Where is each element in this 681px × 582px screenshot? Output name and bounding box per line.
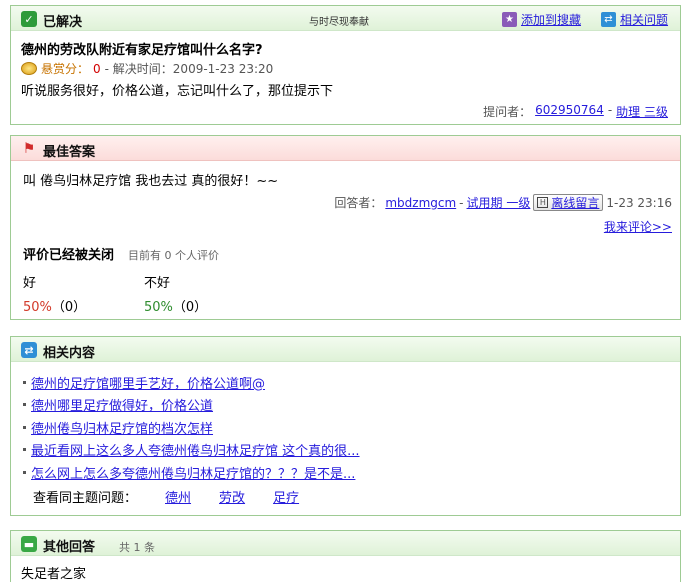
solved-header: ✓ 已解决 与时尽现奉献 ★ 添加到搜藏 ⇄ 相关问题 <box>11 6 680 31</box>
reward-value: 0 <box>93 61 101 76</box>
other-answer-text: 失足者之家 <box>21 567 87 582</box>
bullet-icon <box>23 425 26 429</box>
chat-icon: ▬ <box>21 536 37 552</box>
topic-link[interactable]: 劳改 <box>219 487 245 506</box>
rating-bad-percent: 50% <box>144 300 173 315</box>
list-item[interactable]: 怎么网上怎么多夸德州倦鸟归林足疗馆的？？？是不是... <box>23 461 360 484</box>
asker-level-link[interactable]: 助理 三级 <box>616 103 668 120</box>
rating-bad-label: 不好 <box>144 276 171 291</box>
related-icon: ⇄ <box>601 12 616 27</box>
bullet-icon <box>23 380 26 384</box>
list-item[interactable]: 最近看网上这么多人夸德州倦鸟归林足疗馆 这个真的很... <box>23 439 360 462</box>
responder-level-link[interactable]: 试用期 一级 <box>467 194 531 211</box>
header-center-text: 与时尽现奉献 <box>309 17 369 28</box>
related-link[interactable]: 德州哪里足疗做得好，价格公道 <box>31 395 213 414</box>
rating-good-count: （0） <box>51 300 87 315</box>
list-item[interactable]: 德州的足疗馆哪里手艺好，价格公道啊@ <box>23 371 360 394</box>
related-link[interactable]: 怎么网上怎么多夸德州倦鸟归林足疗馆的？？？是不是... <box>31 463 355 482</box>
topics-label: 查看同主题问题： <box>33 491 138 506</box>
message-icon: H <box>537 197 549 208</box>
question-title: 德州的劳改队附近有家足疗馆叫什么名字? <box>21 43 263 58</box>
rating-good-result: 50%（0） <box>23 296 86 315</box>
related-link[interactable]: 德州的足疗馆哪里手艺好，价格公道啊@ <box>31 373 265 392</box>
other-answers-header: ▬ 其他回答 共 1 条 <box>11 531 680 556</box>
add-favorite-button[interactable]: ★ 添加到搜藏 <box>502 11 581 28</box>
reward-label: 悬赏分： <box>41 62 90 76</box>
responder-label: 回答者： <box>334 196 383 210</box>
coin-icon <box>21 62 37 75</box>
reward-row: 悬赏分： 0 - 解决时间：2009-1-23 23:20 <box>21 60 273 77</box>
flag-icon: ⚑ <box>22 141 36 157</box>
responder-separator: - <box>459 195 464 210</box>
related-content-header: ⇄ 相关内容 <box>11 337 680 362</box>
check-icon: ✓ <box>21 11 37 27</box>
asker-info: 提问者： 602950764 - 助理 三级 <box>483 103 668 120</box>
related-questions-link[interactable]: 相关问题 <box>620 11 668 28</box>
asker-label: 提问者： <box>483 105 532 119</box>
topic-link[interactable]: 德州 <box>165 487 191 506</box>
solved-time: - 解决时间：2009-1-23 23:20 <box>104 62 274 76</box>
bullet-icon <box>23 470 26 474</box>
best-answer-title: 最佳答案 <box>43 145 96 160</box>
add-favorite-link[interactable]: 添加到搜藏 <box>521 11 581 28</box>
related-questions-button[interactable]: ⇄ 相关问题 <box>601 11 668 28</box>
rating-header: 评价已经被关闭 目前有 0 个人评价 <box>23 244 219 263</box>
rating-bad-count: （0） <box>172 300 208 315</box>
question-body: 听说服务很好，价格公道，忘记叫什么了，那位提示下 <box>21 84 334 99</box>
rating-good-label: 好 <box>23 276 37 291</box>
answer-time: 1-23 23:16 <box>606 195 672 210</box>
related-content-icon: ⇄ <box>21 342 37 358</box>
related-link[interactable]: 德州倦鸟归林足疗馆的档次怎样 <box>31 418 213 437</box>
rating-good-percent: 50% <box>23 300 52 315</box>
responder-info: 回答者： mbdzmgcm - 试用期 一级 H 离线留言 1-23 23:16 <box>334 194 672 211</box>
favorite-icon: ★ <box>502 12 517 27</box>
offline-message-button[interactable]: H 离线留言 <box>533 194 604 211</box>
other-answers-count: 共 1 条 <box>119 541 155 554</box>
related-content-panel: ⇄ 相关内容 德州的足疗馆哪里手艺好，价格公道啊@ 德州哪里足疗做得好，价格公道… <box>10 336 681 516</box>
bullet-icon <box>23 448 26 452</box>
rating-count: 目前有 0 个人评价 <box>128 249 220 262</box>
best-answer-panel: ⚑ 最佳答案 叫 倦鸟归林足疗馆 我也去过 真的很好！~~ 回答者： mbdzm… <box>10 135 681 320</box>
topic-link[interactable]: 足疗 <box>273 487 299 506</box>
solved-panel: ✓ 已解决 与时尽现奉献 ★ 添加到搜藏 ⇄ 相关问题 德州的劳改队附近有家足疗… <box>10 5 681 125</box>
related-list: 德州的足疗馆哪里手艺好，价格公道啊@ 德州哪里足疗做得好，价格公道 德州倦鸟归林… <box>23 371 360 484</box>
comment-link[interactable]: 我来评论>> <box>604 218 672 235</box>
related-content-title: 相关内容 <box>43 346 96 361</box>
asker-separator: - <box>607 103 613 117</box>
rating-closed-title: 评价已经被关闭 <box>23 248 115 263</box>
related-link[interactable]: 最近看网上这么多人夸德州倦鸟归林足疗馆 这个真的很... <box>31 440 360 459</box>
best-answer-text: 叫 倦鸟归林足疗馆 我也去过 真的很好！~~ <box>23 174 279 189</box>
offline-message-label[interactable]: 离线留言 <box>551 194 599 211</box>
bullet-icon <box>23 403 26 407</box>
list-item[interactable]: 德州倦鸟归林足疗馆的档次怎样 <box>23 416 360 439</box>
topics-row: 查看同主题问题： 德州 劳改 足疗 <box>33 487 299 506</box>
responder-name-link[interactable]: mbdzmgcm <box>385 196 456 210</box>
best-answer-header: ⚑ 最佳答案 <box>11 136 680 161</box>
asker-name-link[interactable]: 602950764 <box>535 103 604 120</box>
list-item[interactable]: 德州哪里足疗做得好，价格公道 <box>23 394 360 417</box>
other-answers-title: 其他回答 <box>43 540 96 555</box>
solved-title: 已解决 <box>43 15 83 30</box>
rating-bad-result: 50%（0） <box>144 296 207 315</box>
other-answers-panel: ▬ 其他回答 共 1 条 失足者之家 <box>10 530 681 582</box>
